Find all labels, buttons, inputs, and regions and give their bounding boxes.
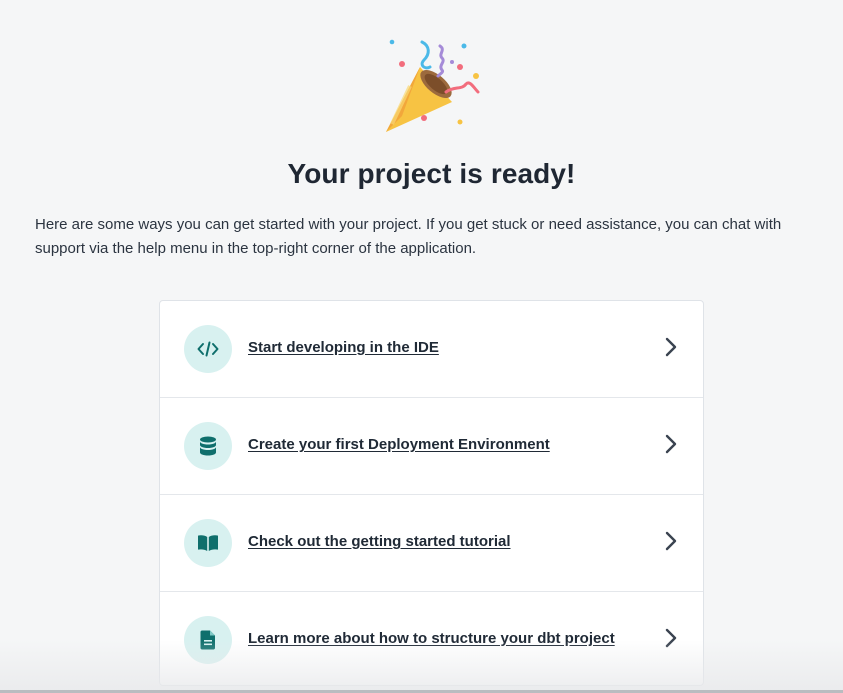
chevron-right-icon (665, 337, 677, 357)
getting-started-list: Start developing in the IDE Create your … (159, 300, 704, 686)
database-icon (184, 422, 232, 470)
chevron-right-icon (665, 434, 677, 454)
chevron-right-icon (665, 531, 677, 551)
party-popper-icon (386, 39, 480, 132)
action-label[interactable]: Start developing in the IDE (248, 339, 439, 356)
action-label[interactable]: Check out the getting started tutorial (248, 533, 511, 550)
action-start-ide[interactable]: Start developing in the IDE (160, 301, 703, 398)
action-learn-project-structure[interactable]: Learn more about how to structure your d… (160, 592, 703, 685)
action-label[interactable]: Learn more about how to structure your d… (248, 630, 615, 647)
action-create-deployment-environment[interactable]: Create your first Deployment Environment (160, 398, 703, 495)
book-icon (184, 519, 232, 567)
page-title: Your project is ready! (287, 158, 576, 189)
document-icon (184, 616, 232, 664)
chevron-right-icon (665, 628, 677, 648)
onboarding-page: Your project is ready! Here are some way… (0, 0, 843, 693)
intro-text: Here are some ways you can get started w… (35, 216, 782, 257)
action-label[interactable]: Create your first Deployment Environment (248, 436, 550, 453)
code-icon (184, 325, 232, 373)
action-getting-started-tutorial[interactable]: Check out the getting started tutorial (160, 495, 703, 592)
